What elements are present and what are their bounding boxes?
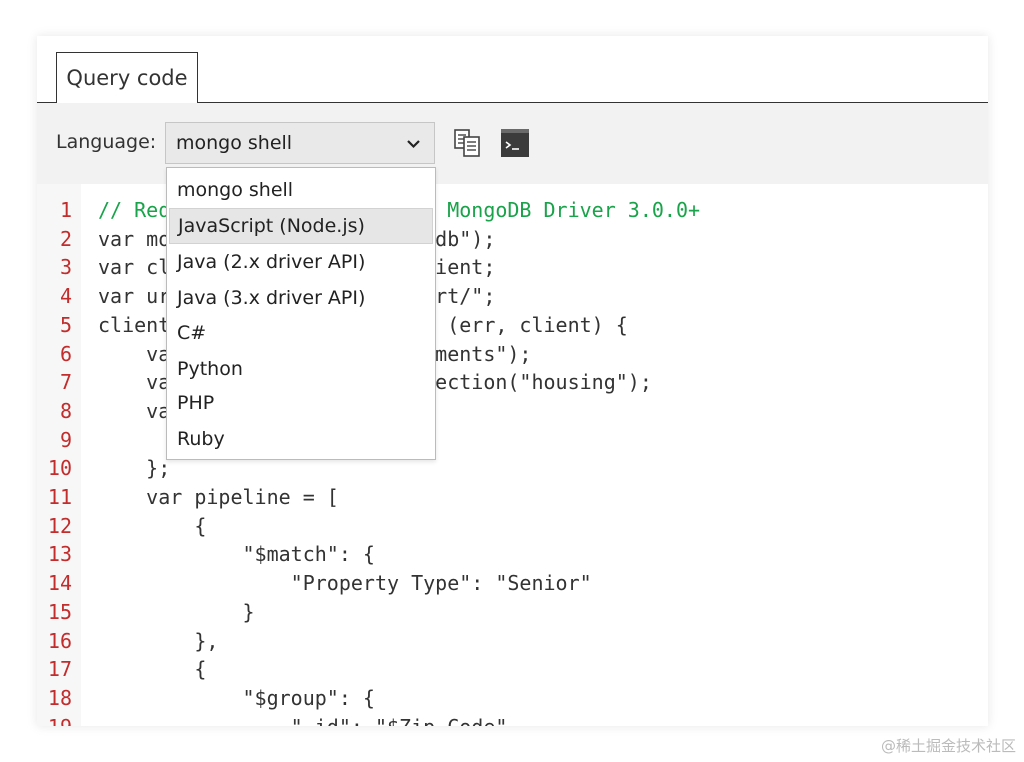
language-option[interactable]: mongo shell	[169, 172, 433, 208]
line-number: 1	[59, 198, 72, 222]
line-number: 5	[59, 312, 72, 337]
code-line: 14 "Property Type": "Senior"	[37, 569, 988, 598]
code-text: "Property Type": "Senior"	[98, 571, 592, 596]
line-number: 2	[59, 226, 72, 251]
language-dropdown: mongo shell JavaScript (Node.js) Java (2…	[166, 167, 436, 460]
query-code-panel: Query code Language: mongo shell 1 // Mo…	[37, 36, 988, 726]
language-option[interactable]: Java (2.x driver API)	[169, 244, 433, 280]
code-text: var pipeline = [	[98, 485, 339, 509]
line-number: 9	[59, 427, 72, 452]
code-line: 12 {	[37, 512, 988, 541]
watermark: @稀土掘金技术社区	[880, 737, 1016, 755]
code-text: },	[98, 628, 219, 653]
line-number: 11	[47, 485, 72, 509]
language-option[interactable]: Java (3.x driver API)	[169, 280, 433, 316]
code-line: 18 "$group": {	[37, 684, 988, 713]
chevron-down-icon	[407, 140, 420, 149]
line-number: 16	[47, 628, 72, 653]
language-label: Language:	[56, 131, 157, 153]
line-number: 18	[47, 685, 72, 710]
code-text: "$group": {	[98, 685, 375, 710]
line-number: 4	[59, 284, 72, 309]
language-option[interactable]: JavaScript (Node.js)	[169, 208, 433, 244]
line-number: 15	[47, 599, 72, 624]
code-line: 16 },	[37, 627, 988, 656]
line-number: 12	[47, 513, 72, 538]
tab-strip: Query code	[37, 36, 988, 103]
code-line: 13 "$match": {	[37, 540, 988, 569]
language-option[interactable]: Python	[169, 351, 433, 387]
code-line: 19 "_id": "$Zip Code"	[37, 713, 988, 726]
language-select-value: mongo shell	[176, 132, 293, 154]
line-number: 7	[59, 370, 72, 395]
code-text: "_id": "$Zip Code"	[98, 713, 508, 726]
line-number: 17	[47, 657, 72, 682]
code-line: 11 var pipeline = [	[37, 483, 988, 512]
line-number: 8	[59, 398, 72, 423]
line-number: 10	[47, 456, 72, 481]
code-text: "$match": {	[98, 542, 375, 567]
code-text: {	[98, 657, 207, 682]
code-text: {	[98, 513, 207, 538]
language-option[interactable]: Ruby	[169, 421, 433, 457]
copy-icon[interactable]	[453, 128, 483, 158]
code-line: 17 {	[37, 655, 988, 684]
terminal-icon[interactable]	[500, 128, 530, 158]
language-option[interactable]: PHP	[169, 385, 433, 421]
language-select[interactable]: mongo shell	[165, 122, 435, 164]
line-number: 3	[59, 255, 72, 280]
line-number: 19	[37, 713, 72, 726]
line-number: 6	[59, 341, 72, 366]
line-number: 13	[47, 542, 72, 567]
line-number: 14	[47, 571, 72, 596]
code-text: };	[98, 456, 171, 481]
code-line: 15 }	[37, 598, 988, 627]
tab-query-code[interactable]: Query code	[56, 52, 198, 103]
language-option[interactable]: C#	[169, 315, 433, 351]
code-text: }	[98, 599, 255, 624]
